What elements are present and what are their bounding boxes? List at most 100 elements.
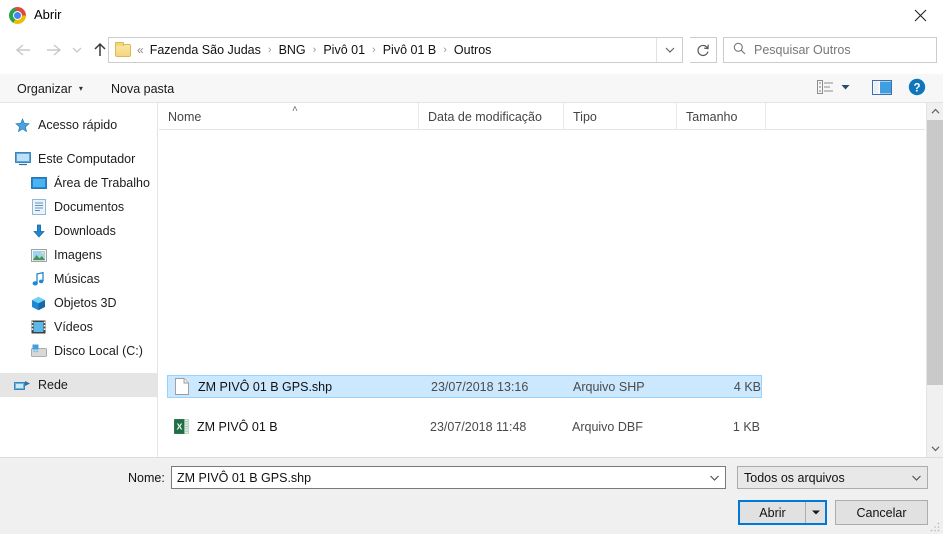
breadcrumb-separator[interactable]: ›	[372, 44, 376, 56]
sidebar-item-downloads[interactable]: Downloads	[0, 219, 157, 243]
column-header-nome[interactable]: Nome ˄	[159, 103, 419, 130]
arrow-left-icon[interactable]	[8, 33, 36, 67]
column-header-label: Data de modificação	[428, 109, 542, 124]
open-button[interactable]: Abrir	[738, 500, 827, 525]
video-film-icon	[30, 319, 47, 335]
column-header-label: Tamanho	[686, 109, 738, 124]
column-header-tipo[interactable]: Tipo	[564, 103, 677, 130]
file-name-value: ZM PIVÔ 01 B GPS.shp	[177, 470, 312, 485]
cancel-button[interactable]: Cancelar	[835, 500, 928, 525]
scroll-down-icon[interactable]	[927, 440, 943, 457]
sidebar-item-musicas[interactable]: Músicas	[0, 267, 157, 291]
open-button-dropdown-icon[interactable]	[805, 502, 825, 523]
table-row[interactable]: X ZM PIVÔ 01 B 23/07/2018 11:48 Arquivo …	[167, 415, 762, 438]
table-row[interactable]: ZM PIVÔ 01 B GPS.shp 23/07/2018 13:16 Ar…	[167, 375, 762, 398]
window-title: Abrir	[34, 7, 62, 22]
title-bar: Abrir	[0, 0, 943, 31]
breadcrumb[interactable]: « Fazenda São Judas › BNG › Pivô 01 › Pi…	[108, 37, 683, 63]
organizar-button[interactable]: Organizar ▾	[11, 74, 89, 103]
chevron-down-icon	[841, 84, 850, 93]
sidebar-item-videos[interactable]: Vídeos	[0, 315, 157, 339]
breadcrumb-item-3[interactable]: Pivô 01 B	[382, 43, 438, 57]
sidebar-item-acesso-rapido[interactable]: Acesso rápido	[0, 113, 157, 137]
sidebar-item-objetos-3d[interactable]: Objetos 3D	[0, 291, 157, 315]
hard-drive-icon	[30, 343, 47, 359]
search-input[interactable]: Pesquisar Outros	[723, 37, 937, 63]
preview-pane-button[interactable]	[872, 74, 892, 103]
help-icon: ?	[908, 78, 926, 99]
help-button[interactable]: ?	[908, 74, 926, 103]
list-view-icon	[817, 80, 834, 97]
download-arrow-icon	[30, 223, 47, 239]
search-placeholder: Pesquisar Outros	[754, 43, 851, 57]
nova-pasta-label: Nova pasta	[111, 81, 175, 96]
sidebar-item-label: Músicas	[54, 272, 100, 286]
chevron-down-icon: ▾	[78, 84, 83, 93]
desktop-icon	[30, 175, 47, 191]
sidebar-item-disco-local-c[interactable]: Disco Local (C:)	[0, 339, 157, 363]
sidebar-item-label: Documentos	[54, 200, 125, 214]
cube-3d-icon	[30, 295, 47, 311]
chevron-down-icon[interactable]	[704, 467, 725, 488]
file-modified: 23/07/2018 11:48	[430, 419, 527, 434]
close-icon[interactable]	[897, 0, 943, 31]
command-toolbar: Organizar ▾ Nova pasta ?	[0, 74, 943, 103]
file-name: ZM PIVÔ 01 B	[197, 419, 278, 434]
sidebar-item-label: Acesso rápido	[38, 118, 118, 132]
file-type-filter-value: Todos os arquivos	[744, 470, 845, 485]
file-name: ZM PIVÔ 01 B GPS.shp	[198, 379, 333, 394]
pictures-icon	[30, 247, 47, 263]
file-name-label: Nome:	[128, 471, 165, 485]
sidebar-item-area-de-trabalho[interactable]: Área de Trabalho	[0, 171, 157, 195]
file-type: Arquivo DBF	[572, 419, 643, 434]
breadcrumb-item-0[interactable]: Fazenda São Judas	[149, 43, 262, 57]
cancel-button-label: Cancelar	[856, 505, 907, 520]
resize-grip[interactable]	[929, 521, 941, 533]
sidebar-item-documentos[interactable]: Documentos	[0, 195, 157, 219]
scroll-up-icon[interactable]	[927, 103, 943, 120]
star-icon	[14, 117, 31, 133]
sidebar-item-label: Área de Trabalho	[54, 176, 150, 190]
chevron-down-icon	[906, 467, 927, 488]
excel-file-icon: X	[171, 418, 191, 435]
sidebar-item-imagens[interactable]: Imagens	[0, 243, 157, 267]
file-name-input[interactable]: ZM PIVÔ 01 B GPS.shp	[171, 466, 726, 489]
vertical-scrollbar[interactable]	[926, 103, 943, 457]
sort-ascending-icon: ˄	[292, 104, 298, 115]
monitor-icon	[14, 151, 31, 167]
sidebar-item-este-computador[interactable]: Este Computador	[0, 147, 157, 171]
file-size: 4 KB	[733, 379, 761, 394]
scrollbar-track[interactable]	[927, 120, 943, 440]
breadcrumb-item-4[interactable]: Outros	[453, 43, 493, 57]
file-type: Arquivo SHP	[573, 379, 645, 394]
sidebar-item-rede[interactable]: Rede	[0, 373, 157, 397]
breadcrumb-dropdown-icon[interactable]	[656, 38, 682, 62]
generic-file-icon	[172, 378, 192, 395]
refresh-icon[interactable]	[690, 37, 717, 63]
breadcrumb-separator[interactable]: ›	[443, 44, 447, 56]
breadcrumb-item-1[interactable]: BNG	[278, 43, 307, 57]
view-options-button[interactable]	[817, 74, 850, 103]
nova-pasta-button[interactable]: Nova pasta	[105, 74, 180, 103]
chevron-down-icon[interactable]	[68, 33, 86, 67]
breadcrumb-separator[interactable]: ›	[313, 44, 317, 56]
breadcrumb-overflow[interactable]: «	[137, 43, 144, 57]
file-type-filter-select[interactable]: Todos os arquivos	[737, 466, 928, 489]
file-list-view: Nome ˄ Data de modificação Tipo Tamanho	[159, 103, 925, 457]
column-header-blank[interactable]	[766, 103, 925, 130]
preview-pane-icon	[872, 79, 892, 98]
sidebar-item-label: Vídeos	[54, 320, 93, 334]
column-header-tamanho[interactable]: Tamanho	[677, 103, 766, 130]
svg-text:?: ?	[913, 82, 920, 94]
search-icon	[733, 42, 746, 58]
breadcrumb-separator[interactable]: ›	[268, 44, 272, 56]
sidebar-item-label: Downloads	[54, 224, 116, 238]
breadcrumb-item-2[interactable]: Pivô 01	[322, 43, 366, 57]
chrome-logo-icon	[9, 7, 26, 24]
column-header-data-modificacao[interactable]: Data de modificação	[419, 103, 564, 130]
column-header-label: Tipo	[573, 109, 597, 124]
arrow-right-icon[interactable]	[40, 33, 68, 67]
scrollbar-thumb[interactable]	[927, 120, 943, 385]
sidebar-item-label: Rede	[38, 378, 68, 392]
